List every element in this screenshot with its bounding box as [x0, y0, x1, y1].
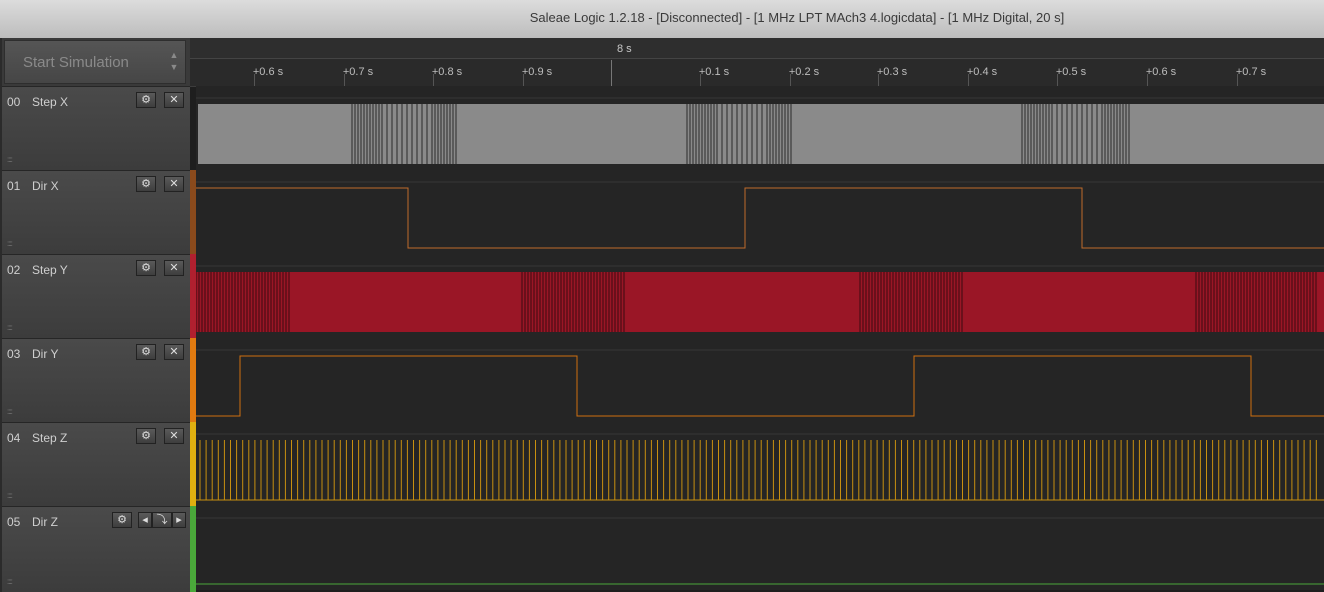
channel-row-dir-y: 03 Dir Y ⚙ ✕ :::: — [2, 338, 190, 422]
close-icon[interactable]: ✕ — [164, 92, 184, 108]
channel-row-step-x: 00 Step X ⚙ ✕ :::: — [2, 86, 190, 170]
channel-lane — [196, 506, 1324, 590]
close-icon[interactable]: ✕ — [164, 428, 184, 444]
channel-number: 05 — [7, 515, 21, 529]
channel-number: 00 — [7, 95, 21, 109]
scroll-arrows-icon[interactable]: ▲ ▼ — [167, 49, 181, 77]
channel-name[interactable]: Dir Y — [32, 347, 58, 361]
channel-row-step-y: 02 Step Y ⚙ ✕ :::: — [2, 254, 190, 338]
channel-lane — [196, 338, 1324, 422]
settings-gear-icon[interactable]: ⚙ — [136, 344, 156, 360]
channel-number: 04 — [7, 431, 21, 445]
title-bar: Saleae Logic 1.2.18 - [Disconnected] - [… — [0, 0, 1324, 39]
close-icon[interactable]: ✕ — [164, 344, 184, 360]
drag-handle-icon[interactable]: :::: — [7, 323, 13, 332]
channel-name[interactable]: Step Y — [32, 263, 68, 277]
drag-handle-icon[interactable]: :::: — [7, 239, 13, 248]
close-icon[interactable]: ✕ — [164, 176, 184, 192]
drag-handle-icon[interactable]: :::: — [7, 407, 13, 416]
channel-name[interactable]: Step X — [32, 95, 68, 109]
waveform-area[interactable] — [196, 38, 1324, 592]
channel-number: 03 — [7, 347, 21, 361]
settings-gear-icon[interactable]: ⚙ — [136, 176, 156, 192]
channel-number: 01 — [7, 179, 21, 193]
settings-gear-icon[interactable]: ⚙ — [112, 512, 132, 528]
window-title: Saleae Logic 1.2.18 - [Disconnected] - [… — [529, 10, 1065, 25]
channel-number: 02 — [7, 263, 21, 277]
channel-lane — [196, 170, 1324, 254]
settings-gear-icon[interactable]: ⚙ — [136, 428, 156, 444]
edge-icon[interactable]: ⤵ — [152, 512, 172, 528]
channel-row-dir-x: 01 Dir X ⚙ ✕ :::: — [2, 170, 190, 254]
close-icon[interactable]: ✕ — [164, 260, 184, 276]
channel-name[interactable]: Dir X — [32, 179, 59, 193]
channel-row-dir-z: 05 Dir Z ⚙ ◂ ⤵ ▸ :::: — [2, 506, 190, 592]
channel-name[interactable]: Dir Z — [32, 515, 58, 529]
channel-row-step-z: 04 Step Z ⚙ ✕ :::: — [2, 422, 190, 506]
drag-handle-icon[interactable]: :::: — [7, 491, 13, 500]
settings-gear-icon[interactable]: ⚙ — [136, 92, 156, 108]
step-y-signal — [196, 272, 1324, 332]
start-simulation-label: Start Simulation — [23, 54, 129, 71]
channel-name[interactable]: Step Z — [32, 431, 67, 445]
prev-edge-icon[interactable]: ◂ — [138, 512, 152, 528]
start-simulation-button[interactable]: Start Simulation ▲ ▼ — [4, 40, 186, 84]
drag-handle-icon[interactable]: :::: — [7, 155, 13, 164]
settings-gear-icon[interactable]: ⚙ — [136, 260, 156, 276]
next-edge-icon[interactable]: ▸ — [172, 512, 186, 528]
drag-handle-icon[interactable]: :::: — [7, 577, 13, 586]
channel-lane — [196, 422, 1324, 506]
